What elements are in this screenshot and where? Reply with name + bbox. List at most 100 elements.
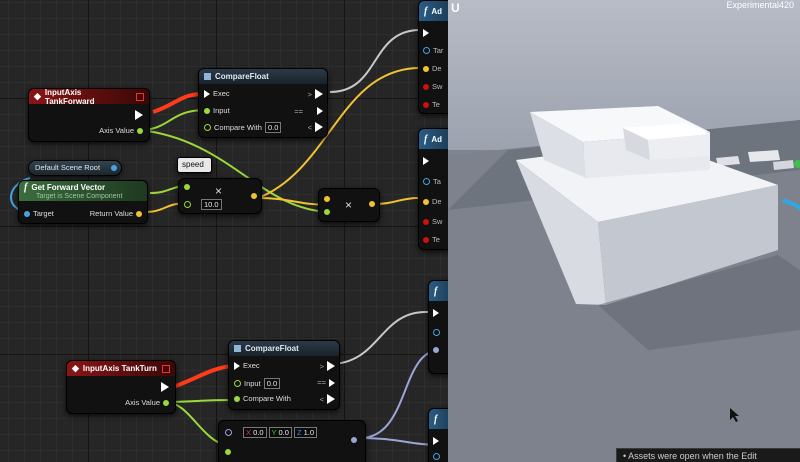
y-field[interactable]: Y 0.0 [268,427,292,438]
exec-out-pin-greater[interactable]: > [320,361,335,371]
node-header[interactable]: f Ad [419,1,448,21]
compare-float-node[interactable]: CompareFloat Exec Input Compare With 0.0… [198,68,328,138]
node-header[interactable]: CompareFloat [199,69,327,84]
get-forward-vector-node[interactable]: f Get Forward Vector Target is Scene Com… [18,180,148,224]
axis-value-pin[interactable]: Axis Value [125,398,169,407]
teleport-pin[interactable]: Te [423,235,440,244]
node-title-wrap: Default Scene Root [35,163,100,172]
axis-value-pin[interactable]: Axis Value [99,126,143,135]
float-in-pin-2[interactable] [184,201,191,208]
blueprint-graph[interactable]: ◆ InputAxis TankForward Axis Value Compa… [0,0,448,462]
input-axis-tankturn-node[interactable]: ◆ InputAxis TankTurn Axis Value [66,360,176,414]
multiply-value[interactable]: 10.0 [201,199,222,210]
x-field[interactable]: X 0.0 [243,427,267,438]
compare-with-value[interactable]: 0.0 [264,122,282,133]
vector-in-pin[interactable] [324,196,330,202]
pin-label: Ta [433,177,441,186]
add-rotation-node-2[interactable]: f [428,408,448,462]
input-value[interactable]: 0.0 [263,378,281,389]
pin-label: Exec [243,361,260,370]
target-pin[interactable]: Target [24,209,54,218]
delta-pin[interactable]: De [423,197,442,206]
node-header[interactable]: f Get Forward Vector Target is Scene Com… [19,181,147,201]
input-pin[interactable]: Input [204,106,230,115]
rotator-pin[interactable] [433,347,439,353]
exec-in-pin[interactable] [423,29,429,37]
add-movement-node[interactable]: f Ad Tar De Sw Te [418,0,448,114]
delta-pin[interactable]: De [423,64,442,73]
notification-toast[interactable]: • Assets were open when the Edit [616,448,800,462]
pin-label: Compare With [243,394,291,403]
delegate-icon[interactable] [136,92,144,101]
exec-in-pin[interactable] [423,157,429,165]
multiply-node-2[interactable]: × [318,188,380,222]
function-icon: f [24,182,28,193]
exec-out-pin[interactable] [135,110,143,120]
compare-with-pin[interactable]: Compare With [234,394,291,403]
rotator-out-pin[interactable] [351,437,357,443]
default-scene-root-node[interactable]: Default Scene Root [28,160,122,176]
vector-out-pin[interactable] [369,201,375,207]
return-value-pin[interactable]: Return Value [90,209,142,218]
object-out-pin[interactable] [111,165,117,171]
speed-variable-tooltip: speed [177,157,212,173]
node-title: Ad [431,6,443,16]
node-header[interactable]: ◆ InputAxis TankTurn [67,361,175,376]
target-pin[interactable] [433,453,440,460]
exec-in-pin[interactable] [433,309,439,317]
compare-with-pin[interactable]: Compare With 0.0 [204,122,282,133]
rotator-in-pin[interactable] [225,429,232,436]
node-header[interactable]: f Ad [419,129,448,149]
event-icon: ◆ [72,363,79,373]
z-value: 1.0 [303,428,315,437]
float-in-pin[interactable] [324,209,330,215]
target-pin[interactable] [433,329,440,336]
node-header[interactable]: ◆ InputAxis TankForward [29,88,149,106]
multiply-symbol: × [345,198,353,212]
sweep-pin[interactable]: Sw [423,82,442,91]
multiply-node[interactable]: × 10.0 [178,178,262,214]
node-title: CompareFloat [215,72,269,81]
exec-out-pin[interactable] [161,382,169,392]
delegate-icon[interactable] [162,364,170,373]
pin-label: Input [213,106,230,115]
node-header[interactable]: f [429,409,448,429]
pin-label: Sw [432,217,443,226]
pin-label: Return Value [89,209,133,218]
sweep-pin[interactable]: Sw [423,217,442,226]
add-rotation-node[interactable]: f [428,280,448,374]
pin-label: Te [432,235,440,244]
float-in-pin[interactable] [225,449,231,455]
make-rotator-node[interactable]: X 0.0 Y 0.0 Z 1.0 [218,420,366,462]
exec-in-pin[interactable]: Exec [204,89,230,98]
variable-name: speed [182,160,204,169]
exec-out-pin-equal[interactable]: == [317,378,335,387]
target-pin[interactable]: Tar [423,46,443,55]
exec-out-pin-equal[interactable]: == [294,106,323,116]
input-pin[interactable]: Input 0.0 [234,378,281,389]
wire-exec-red [152,92,201,114]
float-in-pin[interactable] [184,184,190,190]
target-pin[interactable]: Ta [423,177,441,186]
node-title: Default Scene Root [35,163,101,172]
node-header[interactable]: f [429,281,448,301]
function-icon: f [434,413,438,425]
exec-in-pin[interactable]: Exec [234,361,260,370]
exec-out-pin-greater[interactable]: > [308,89,323,99]
add-movement-node-2[interactable]: f Ad Ta De Sw Te [418,128,448,250]
exec-in-pin[interactable] [433,437,439,445]
wire-vector [373,197,419,205]
compare-float-node-2[interactable]: CompareFloat Exec Input 0.0 Compare With… [228,340,340,410]
vector-out-pin[interactable] [251,193,257,199]
pin-label: Te [432,100,440,109]
teleport-pin[interactable]: Te [423,100,440,109]
function-icon: f [424,133,428,145]
game-viewport[interactable]: U Experimental420 • Assets were open whe… [448,0,800,462]
node-subtitle: Target is Scene Component [36,193,123,200]
node-header[interactable]: CompareFloat [229,341,339,356]
input-axis-tankforward-node[interactable]: ◆ InputAxis TankForward Axis Value [28,88,150,142]
x-label: X [246,428,252,437]
z-field[interactable]: Z 1.0 [293,427,318,438]
exec-out-pin-less[interactable]: < [308,122,323,132]
exec-out-pin-less[interactable]: < [320,394,335,404]
